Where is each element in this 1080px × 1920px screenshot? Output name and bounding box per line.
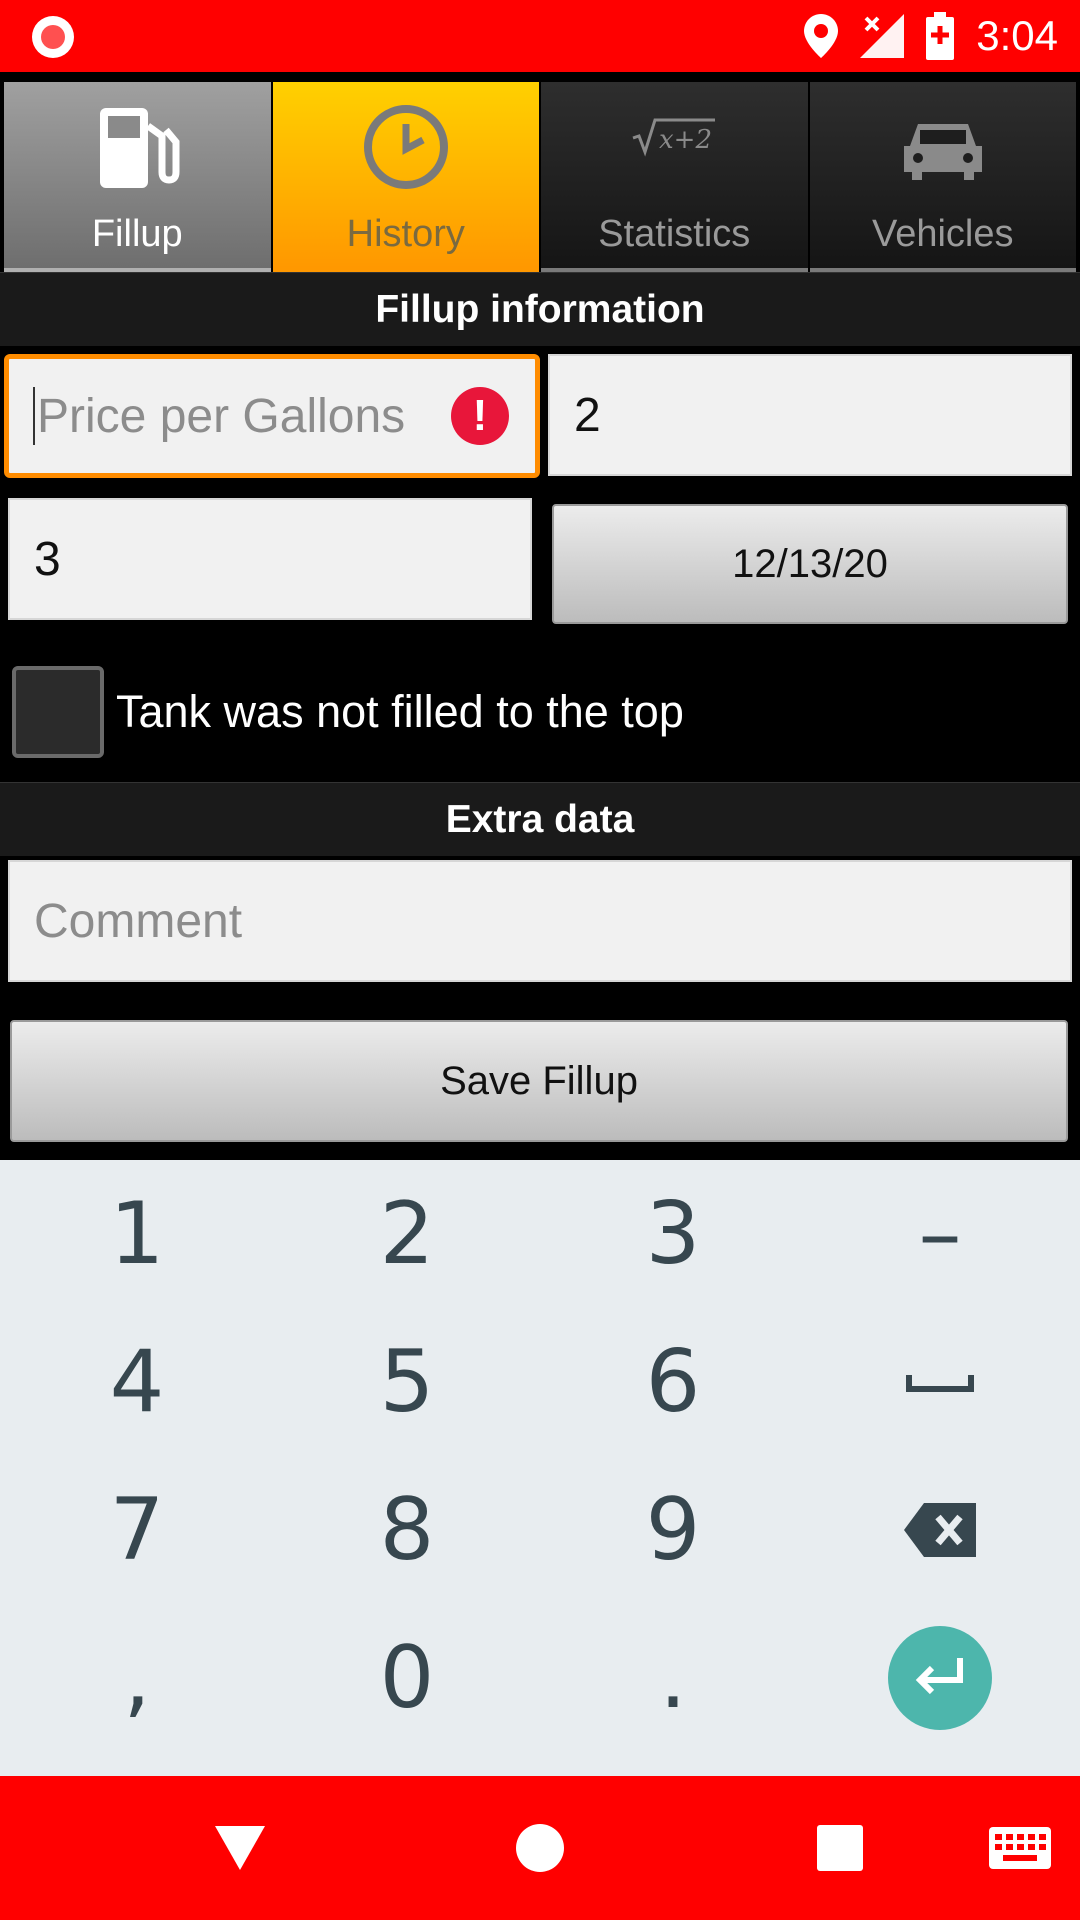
backspace-icon (904, 1503, 976, 1557)
date-button[interactable]: 12/13/20 (552, 504, 1068, 624)
price-per-gallon-input[interactable]: Price per Gallons ! (4, 354, 540, 478)
key-0[interactable]: 0 (272, 1604, 542, 1752)
text-cursor (33, 387, 35, 445)
key-4[interactable]: 4 (2, 1308, 272, 1456)
key-2[interactable]: 2 (272, 1160, 542, 1308)
error-icon: ! (451, 387, 509, 445)
key-7[interactable]: 7 (2, 1456, 272, 1604)
key-3[interactable]: 3 (538, 1160, 808, 1308)
home-icon (516, 1824, 564, 1872)
odometer-input[interactable]: 3 (8, 498, 532, 620)
fuel-pump-icon (92, 102, 182, 197)
enter-icon (888, 1626, 992, 1730)
partial-fill-label: Tank was not filled to the top (116, 686, 684, 737)
tab-label: History (346, 213, 465, 255)
numeric-keypad: 1 2 3 – 4 5 6 7 8 9 , 0 . (0, 1160, 1080, 1776)
key-6[interactable]: 6 (538, 1308, 808, 1456)
keyboard-switch-button[interactable] (970, 1776, 1070, 1920)
svg-text:x+2: x+2 (659, 125, 712, 155)
space-icon (906, 1375, 974, 1392)
key-comma[interactable]: , (2, 1604, 272, 1752)
keyboard-icon (989, 1827, 1051, 1869)
back-icon (215, 1826, 265, 1870)
comment-placeholder: Comment (34, 894, 243, 948)
formula-icon: x+2 (629, 102, 719, 197)
tab-label: Statistics (598, 213, 751, 255)
status-time: 3:04 (976, 12, 1058, 59)
key-8[interactable]: 8 (272, 1456, 542, 1604)
status-bar: 3:04 (0, 0, 1080, 72)
record-icon (32, 16, 74, 58)
tab-label: Fillup (91, 213, 183, 255)
comment-input[interactable]: Comment (8, 860, 1072, 982)
partial-fill-row[interactable]: Tank was not filled to the top (12, 665, 684, 759)
back-button[interactable] (180, 1776, 300, 1920)
save-fillup-button[interactable]: Save Fillup (10, 1020, 1068, 1142)
status-icons: 3:04 (804, 0, 1058, 72)
recents-icon (817, 1825, 863, 1871)
tab-vehicles[interactable]: Vehicles (809, 82, 1076, 272)
odometer-value: 3 (34, 532, 61, 586)
quantity-value: 2 (574, 388, 601, 442)
navigation-bar (0, 1776, 1080, 1920)
tab-bar: Fillup History x+2 Statistics Vehicles (0, 82, 1080, 272)
tab-statistics[interactable]: x+2 Statistics (541, 82, 808, 272)
location-icon (804, 14, 839, 58)
backspace-key[interactable] (805, 1456, 1075, 1604)
key-5[interactable]: 5 (272, 1308, 542, 1456)
car-icon (898, 102, 988, 197)
section-header-extra: Extra data (0, 782, 1080, 856)
quantity-input[interactable]: 2 (548, 354, 1072, 476)
home-button[interactable] (480, 1776, 600, 1920)
key-1[interactable]: 1 (2, 1160, 272, 1308)
section-header-fillup: Fillup information (0, 272, 1080, 346)
battery-charging-icon (926, 12, 955, 60)
tab-history[interactable]: History (272, 82, 539, 272)
price-placeholder: Price per Gallons (37, 389, 406, 443)
key-9[interactable]: 9 (538, 1456, 808, 1604)
key-period[interactable]: . (538, 1604, 808, 1752)
partial-fill-checkbox[interactable] (12, 666, 104, 758)
tab-fillup[interactable]: Fillup (4, 82, 271, 272)
space-key[interactable] (805, 1308, 1075, 1456)
enter-key[interactable] (805, 1604, 1075, 1752)
recents-button[interactable] (780, 1776, 900, 1920)
signal-off-icon (860, 14, 905, 58)
key-minus[interactable]: – (805, 1160, 1075, 1308)
clock-icon (361, 102, 451, 197)
tab-label: Vehicles (871, 213, 1014, 255)
